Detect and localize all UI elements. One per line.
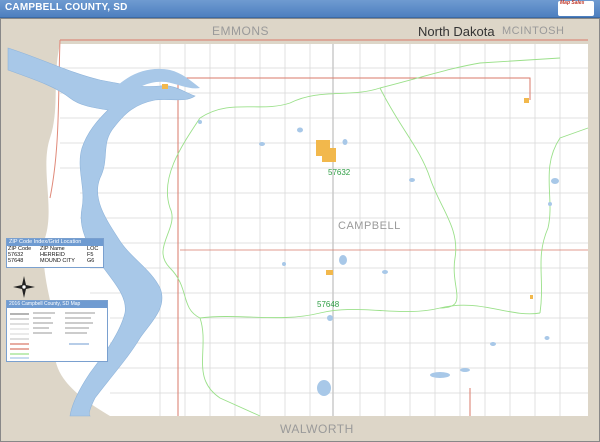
map-legend: 2016 Campbell County, SD Map <box>6 300 108 362</box>
legend-title: 2016 Campbell County, SD Map <box>7 301 107 308</box>
map-title: CAMPBELL COUNTY, SD <box>5 2 128 13</box>
zip-label-57632: 57632 <box>328 168 351 177</box>
neighbor-west <box>0 18 8 442</box>
map-canvas[interactable]: EMMONS North Dakota MCINTOSH CAMPBELL WA… <box>0 18 600 442</box>
compass-rose-icon <box>13 276 35 298</box>
title-bar: CAMPBELL COUNTY, SD Map Sales <box>0 0 600 18</box>
neighbor-east <box>588 18 600 442</box>
table-row: 57648 MOUND CITY G6 <box>7 258 103 264</box>
city-hague <box>524 98 529 103</box>
zip-index-title: ZIP Code Index/Grid Location <box>7 239 103 246</box>
zip-index-panel: ZIP Code Index/Grid Location ZIP Code ZI… <box>6 238 104 268</box>
city-pollock <box>326 270 333 275</box>
zip-label-57648: 57648 <box>317 300 340 309</box>
city-north-river <box>162 84 168 89</box>
label-walworth: WALWORTH <box>280 422 354 436</box>
zip-index-table: ZIP Code ZIP Name LOC 57632 HERREID F5 5… <box>7 246 103 264</box>
publisher-logo: Map Sales <box>558 1 594 16</box>
zip-loc-cell: G6 <box>87 258 95 264</box>
label-mcintosh: MCINTOSH <box>502 25 565 37</box>
legend-swatches <box>10 312 95 359</box>
map-svg <box>0 18 600 442</box>
label-north-dakota: North Dakota <box>418 24 495 39</box>
logo-text: Map Sales <box>560 0 585 6</box>
city-mound-city <box>530 295 533 299</box>
zip-name-cell: MOUND CITY <box>40 258 75 264</box>
label-emmons: EMMONS <box>212 24 269 38</box>
zip-code-cell: 57648 <box>8 258 24 264</box>
label-campbell: CAMPBELL <box>338 220 401 232</box>
